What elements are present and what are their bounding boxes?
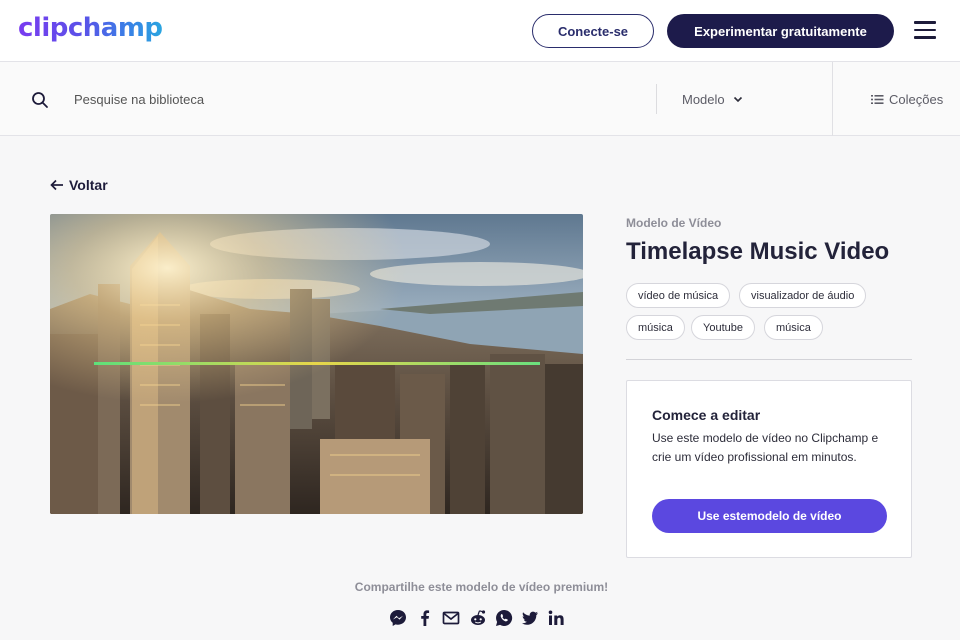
- list-icon: [871, 95, 884, 104]
- facebook-icon[interactable]: [415, 608, 435, 628]
- back-link[interactable]: Voltar: [50, 177, 108, 193]
- clipchamp-logo[interactable]: clipchamp: [18, 13, 163, 43]
- template-type-dropdown[interactable]: Modelo: [682, 92, 743, 107]
- tag-youtube[interactable]: Youtube: [691, 315, 755, 340]
- arrow-left-icon: [50, 179, 63, 191]
- back-label: Voltar: [69, 177, 108, 193]
- twitter-icon[interactable]: [520, 608, 540, 628]
- search-input[interactable]: [74, 86, 634, 112]
- tag-visualizador-de-audio[interactable]: visualizador de áudio: [739, 283, 867, 308]
- login-button[interactable]: Conecte-se: [532, 14, 654, 48]
- template-type-label: Modelo: [682, 92, 725, 107]
- start-editing-heading: Comece a editar: [652, 407, 761, 423]
- tag-video-de-musica[interactable]: vídeo de música: [626, 283, 731, 308]
- collections-link[interactable]: Coleções: [871, 92, 943, 107]
- top-navigation-bar: clipchamp Conecte-se Experimentar gratui…: [0, 0, 960, 62]
- reddit-icon[interactable]: [468, 608, 488, 628]
- share-prompt: Compartilhe este modelo de vídeo premium…: [354, 580, 609, 594]
- try-free-button[interactable]: Experimentar gratuitamente: [667, 14, 894, 48]
- tag-musica[interactable]: música: [626, 315, 685, 340]
- city-timelapse-thumbnail: [50, 214, 583, 514]
- chevron-down-icon: [733, 96, 742, 103]
- hamburger-menu-icon[interactable]: [914, 21, 936, 39]
- whatsapp-icon[interactable]: [494, 608, 514, 628]
- collections-section: Coleções: [832, 62, 960, 136]
- tag-musica-2[interactable]: música: [764, 315, 823, 340]
- use-template-button[interactable]: Use estemodelo de vídeo: [652, 499, 887, 533]
- linkedin-icon[interactable]: [546, 608, 566, 628]
- page-title: Timelapse Music Video: [626, 238, 890, 265]
- filter-divider: [656, 84, 657, 114]
- template-type-label: Modelo de Vídeo: [626, 216, 722, 230]
- share-icons-row: [388, 608, 568, 628]
- collections-label: Coleções: [889, 92, 944, 107]
- start-editing-card: Comece a editar Use este modelo de vídeo…: [626, 380, 912, 558]
- email-icon[interactable]: [441, 608, 461, 628]
- section-divider: [626, 359, 912, 360]
- search-icon[interactable]: [31, 91, 49, 109]
- video-preview[interactable]: [50, 214, 583, 514]
- start-editing-description: Use este modelo de vídeo no Clipchamp e …: [652, 431, 879, 464]
- library-search-bar: Modelo Coleções: [0, 62, 960, 136]
- messenger-icon[interactable]: [388, 608, 408, 628]
